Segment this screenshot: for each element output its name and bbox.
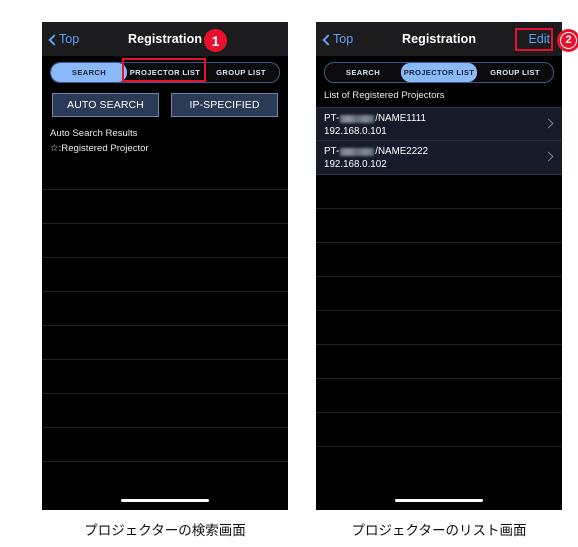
auto-search-results-label: Auto Search Results bbox=[50, 128, 138, 139]
list-item[interactable] bbox=[316, 209, 562, 243]
list-item[interactable] bbox=[316, 311, 562, 345]
list-item[interactable] bbox=[316, 413, 562, 447]
segmented-control-wrapper-left: SEARCH PROJECTOR LIST GROUP LIST bbox=[42, 56, 288, 83]
list-item[interactable] bbox=[316, 345, 562, 379]
list-item[interactable] bbox=[42, 258, 288, 292]
navigation-bar-left: Top Registration bbox=[42, 22, 288, 56]
phone-screen-projector-list: Top Registration Edit SEARCH PROJECTOR L… bbox=[316, 22, 562, 510]
redacted-model-number bbox=[340, 147, 375, 156]
annotation-badge-2-number: 2 bbox=[560, 32, 577, 49]
projector-name-row-2: PT- /NAME2222 bbox=[324, 145, 554, 158]
annotation-badge-1: 1 bbox=[204, 29, 227, 52]
table-row[interactable]: PT- /NAME1111 192.168.0.101 bbox=[316, 107, 562, 141]
navigation-bar-right: Top Registration Edit bbox=[316, 22, 562, 56]
annotation-badge-2: 2 bbox=[557, 29, 578, 52]
figure-root: Top Registration SEARCH PROJECTOR LIST G… bbox=[0, 0, 578, 547]
home-indicator-left bbox=[121, 498, 209, 502]
back-button-label: Top bbox=[333, 31, 354, 46]
projector-prefix: PT- bbox=[324, 113, 340, 124]
list-item[interactable] bbox=[42, 156, 288, 190]
list-item[interactable] bbox=[42, 428, 288, 462]
list-header-label: List of Registered Projectors bbox=[324, 90, 445, 101]
projector-name-row-1: PT- /NAME1111 bbox=[324, 112, 554, 125]
back-button-right[interactable]: Top bbox=[322, 33, 353, 46]
chevron-left-icon bbox=[322, 35, 331, 44]
chevron-left-icon bbox=[48, 35, 57, 44]
list-item[interactable] bbox=[316, 243, 562, 277]
projector-display-name: /NAME2222 bbox=[375, 146, 429, 157]
segmented-control-right: SEARCH PROJECTOR LIST GROUP LIST bbox=[324, 62, 554, 83]
projector-prefix: PT- bbox=[324, 146, 340, 157]
list-item[interactable] bbox=[316, 379, 562, 413]
edit-button[interactable]: Edit bbox=[528, 32, 550, 46]
back-button-label: Top bbox=[59, 31, 80, 46]
tab-projector-list-right[interactable]: PROJECTOR LIST bbox=[401, 63, 477, 82]
home-indicator-right bbox=[395, 498, 483, 502]
tab-group-list-right[interactable]: GROUP LIST bbox=[477, 63, 553, 82]
list-item[interactable] bbox=[42, 292, 288, 326]
registered-projector-legend: ☆:Registered Projector bbox=[50, 143, 149, 154]
list-item[interactable] bbox=[42, 190, 288, 224]
search-results-info-block: Auto Search Results ☆:Registered Project… bbox=[42, 117, 288, 156]
annotation-badge-1-number: 1 bbox=[211, 32, 220, 49]
projector-ip-row-1: 192.168.0.101 bbox=[324, 126, 387, 137]
ip-specified-button[interactable]: IP-SPECIFIED bbox=[171, 93, 278, 117]
empty-list-right[interactable] bbox=[316, 175, 562, 447]
tab-group-list-left[interactable]: GROUP LIST bbox=[203, 63, 279, 82]
caption-right: プロジェクターのリスト画面 bbox=[351, 523, 527, 539]
table-row[interactable]: PT- /NAME2222 192.168.0.102 bbox=[316, 141, 562, 175]
list-item[interactable] bbox=[42, 360, 288, 394]
auto-search-button[interactable]: AUTO SEARCH bbox=[52, 93, 159, 117]
tab-projector-list-left[interactable]: PROJECTOR LIST bbox=[127, 63, 203, 82]
list-item[interactable] bbox=[316, 277, 562, 311]
redacted-model-number bbox=[340, 114, 375, 123]
back-button-left[interactable]: Top bbox=[48, 33, 79, 46]
segmented-control-wrapper-right: SEARCH PROJECTOR LIST GROUP LIST bbox=[316, 56, 562, 83]
list-item[interactable] bbox=[42, 326, 288, 360]
projector-ip-row-2: 192.168.0.102 bbox=[324, 159, 387, 170]
segmented-control-left: SEARCH PROJECTOR LIST GROUP LIST bbox=[50, 62, 280, 83]
projector-display-name: /NAME1111 bbox=[375, 113, 426, 124]
tab-search-left[interactable]: SEARCH bbox=[51, 63, 127, 82]
empty-result-list-left[interactable] bbox=[42, 156, 288, 462]
caption-left: プロジェクターの検索画面 bbox=[84, 523, 246, 539]
tab-search-right[interactable]: SEARCH bbox=[325, 63, 401, 82]
phone-screen-search: Top Registration SEARCH PROJECTOR LIST G… bbox=[42, 22, 288, 510]
list-item[interactable] bbox=[316, 175, 562, 209]
list-item[interactable] bbox=[42, 224, 288, 258]
action-button-row-left: AUTO SEARCH IP-SPECIFIED bbox=[42, 83, 288, 117]
list-item[interactable] bbox=[42, 394, 288, 428]
registered-projector-list: PT- /NAME1111 192.168.0.101 PT- /NAME222… bbox=[316, 107, 562, 175]
